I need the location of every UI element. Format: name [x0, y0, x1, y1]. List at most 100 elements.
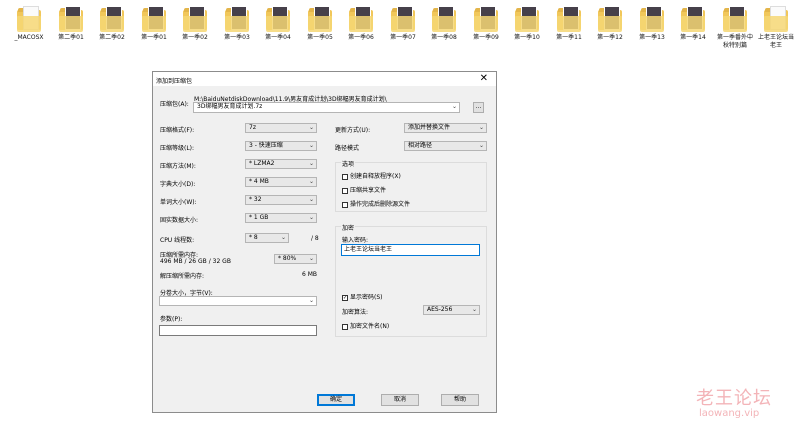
params-label: 参数(P): — [160, 316, 183, 323]
split-select[interactable]: ⌄ — [159, 296, 317, 306]
method-value: * LZMA2 — [249, 160, 275, 167]
update-value: 添加并替换文件 — [408, 124, 451, 131]
browse-button[interactable]: ... — [473, 102, 484, 113]
update-select[interactable]: 添加并替换文件 ⌄ — [404, 123, 487, 133]
chevron-down-icon: ⌄ — [308, 142, 314, 149]
folder-item[interactable]: 第一季14 — [674, 6, 712, 42]
folder-item[interactable]: 第一季05 — [301, 6, 339, 42]
archive-name-value: 3D绑幅男友育成计划.7z — [197, 103, 263, 110]
folder-icon — [598, 6, 622, 32]
add-to-archive-dialog: 添加到压缩包 ✕ 压缩包(A): M:\BaiduNetdiskDownload… — [152, 71, 497, 413]
folder-item[interactable]: 第一季03 — [218, 6, 256, 42]
password-input[interactable]: 上老王论坛当老王 — [341, 244, 480, 256]
show-password-checkbox[interactable]: ✓ 显示密码(S) — [342, 292, 383, 301]
delete-checkbox[interactable]: 操作完成后删除源文件 — [342, 199, 410, 208]
folder-item[interactable]: 第一季08 — [425, 6, 463, 42]
folder-icon — [100, 6, 124, 32]
folder-item[interactable]: 第二季01 — [52, 6, 90, 42]
pathmode-select[interactable]: 相对路径 ⌄ — [404, 141, 487, 151]
level-select[interactable]: 3 - 快速压缩 ⌄ — [245, 141, 317, 151]
dialog-titlebar: 添加到压缩包 ✕ — [153, 72, 496, 86]
folder-item[interactable]: 第一季10 — [508, 6, 546, 42]
ok-button[interactable]: 确定 — [317, 394, 355, 406]
chevron-down-icon: ⌄ — [471, 306, 477, 313]
mem-percent-select[interactable]: * 80% ⌄ — [274, 254, 317, 264]
desktop-icons: _MACOSX 第二季01 第二季02 第一季01 第一季02 第一季03 第一季04 第一季… — [10, 6, 800, 66]
update-label: 更新方式(U): — [335, 127, 371, 134]
close-icon[interactable]: ✕ — [480, 73, 488, 85]
shared-checkbox[interactable]: 压缩共享文件 — [342, 185, 386, 194]
dialog-title: 添加到压缩包 — [156, 78, 193, 85]
method-select[interactable]: * LZMA2 ⌄ — [245, 159, 317, 169]
archive-name-combo[interactable]: 3D绑幅男友育成计划.7z ⌄ — [193, 102, 460, 113]
dict-select[interactable]: * 4 MB ⌄ — [245, 177, 317, 187]
enc-method-select[interactable]: AES-256 ⌄ — [423, 305, 480, 315]
word-select[interactable]: * 32 ⌄ — [245, 195, 317, 205]
folder-label: 第一季02 — [182, 34, 208, 41]
folder-label: 第一季05 — [307, 34, 333, 41]
folder-item[interactable]: _MACOSX — [10, 6, 48, 42]
folder-icon — [474, 6, 498, 32]
enc-method-value: AES-256 — [427, 306, 453, 313]
folder-item[interactable]: 第一季09 — [467, 6, 505, 42]
folder-label: 第一季12 — [597, 34, 623, 41]
folder-item[interactable]: 第一季13 — [633, 6, 671, 42]
dict-value: * 4 MB — [249, 178, 269, 185]
folder-icon — [391, 6, 415, 32]
chevron-down-icon: ⌄ — [451, 103, 457, 110]
show-password-label: 显示密码(S) — [350, 294, 383, 301]
solid-value: * 1 GB — [249, 214, 269, 221]
format-select[interactable]: 7z ⌄ — [245, 123, 317, 133]
folder-label: 第二季02 — [99, 34, 125, 41]
folder-item[interactable]: 第一季12 — [591, 6, 629, 42]
folder-icon — [557, 6, 581, 32]
archive-label: 压缩包(A): — [160, 101, 189, 108]
checkbox-box — [342, 187, 348, 194]
enc-method-label: 加密算法: — [342, 309, 369, 316]
folder-item[interactable]: 第一季11 — [550, 6, 588, 42]
folder-icon — [764, 6, 788, 32]
params-input[interactable] — [159, 325, 317, 336]
folder-item[interactable]: 第二季02 — [93, 6, 131, 42]
folder-label: 第一季07 — [390, 34, 416, 41]
folder-label: 第一季06 — [348, 34, 374, 41]
folder-label: 第一季04 — [265, 34, 291, 41]
chevron-down-icon: ⌄ — [478, 142, 484, 149]
pathmode-value: 相对路径 — [408, 142, 433, 149]
format-value: 7z — [249, 124, 256, 131]
folder-icon — [142, 6, 166, 32]
delete-label: 操作完成后删除源文件 — [350, 201, 411, 208]
sfx-checkbox[interactable]: 创建自释放程序(X) — [342, 171, 401, 180]
checkbox-box — [342, 323, 348, 330]
options-title: 选项 — [341, 159, 356, 168]
threads-select[interactable]: * 8 ⌄ — [245, 233, 289, 243]
folder-label: 第一季番外中秋特别篇 — [716, 34, 753, 49]
folder-label: 第一季09 — [473, 34, 499, 41]
chevron-down-icon: ⌄ — [280, 234, 286, 241]
threads-max: / 8 — [311, 235, 319, 242]
cancel-button[interactable]: 取消 — [381, 394, 419, 406]
folder-label: 第一季14 — [680, 34, 706, 41]
folder-label: _MACOSX — [14, 34, 44, 41]
folder-item[interactable]: 第一季06 — [342, 6, 380, 42]
folder-item[interactable]: 上老王论坛当老王 — [757, 6, 795, 50]
folder-item[interactable]: 第一季01 — [135, 6, 173, 42]
encrypt-names-checkbox[interactable]: 加密文件名(N) — [342, 321, 389, 330]
folder-label: 第一季13 — [639, 34, 665, 41]
chevron-down-icon: ⌄ — [308, 178, 314, 185]
chevron-down-icon: ⌄ — [478, 124, 484, 131]
watermark-logo-text: 老王论坛 — [696, 388, 772, 409]
solid-select[interactable]: * 1 GB ⌄ — [245, 213, 317, 223]
folder-icon — [266, 6, 290, 32]
folder-icon — [308, 6, 332, 32]
chevron-down-icon: ⌄ — [308, 160, 314, 167]
help-button[interactable]: 帮助 — [441, 394, 479, 406]
threads-label: CPU 线程数: — [160, 237, 195, 244]
word-label: 单词大小(W): — [160, 199, 197, 206]
folder-item[interactable]: 第一季07 — [384, 6, 422, 42]
folder-item[interactable]: 第一季04 — [259, 6, 297, 42]
chevron-down-icon: ⌄ — [308, 214, 314, 221]
folder-item[interactable]: 第一季番外中秋特别篇 — [716, 6, 754, 50]
folder-icon — [59, 6, 83, 32]
folder-item[interactable]: 第一季02 — [176, 6, 214, 42]
